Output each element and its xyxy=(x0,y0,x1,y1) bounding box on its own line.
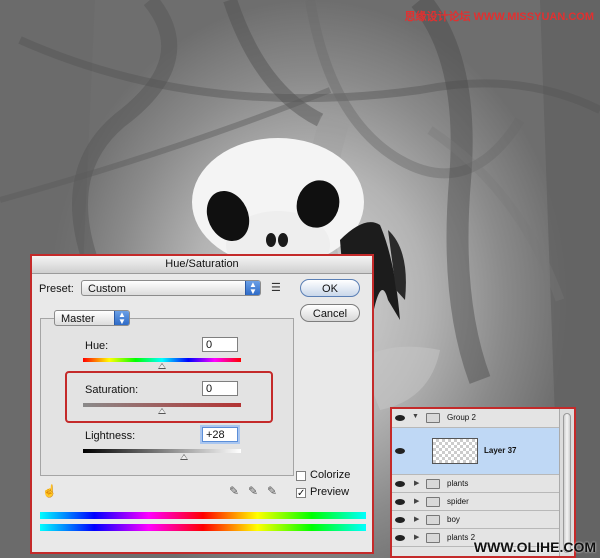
layer-row[interactable]: ▶ plants xyxy=(392,475,560,493)
layer-row-selected[interactable]: Layer 37 xyxy=(392,428,560,475)
hue-spectrum-bar xyxy=(83,358,241,362)
layers-scrollbar[interactable] xyxy=(559,409,574,556)
layer-name: plants 2 xyxy=(447,533,476,542)
layers-panel: ▼ Group 2 Layer 37 ▶ plants ▶ spider ▶ b… xyxy=(390,407,576,558)
folder-icon xyxy=(426,533,440,543)
layer-name: spider xyxy=(447,497,469,506)
eyedropper-plus-icon[interactable]: ✎ xyxy=(248,484,258,498)
folder-icon xyxy=(426,413,440,423)
updown-arrows-icon: ▲ ▼ xyxy=(245,281,260,296)
output-spectrum-bar xyxy=(40,524,366,531)
dialog-title: Hue/Saturation xyxy=(32,256,372,274)
preview-checkbox[interactable]: ✓ xyxy=(296,488,306,499)
updown-arrows-icon: ▲ ▼ xyxy=(114,311,129,326)
hue-field[interactable]: 0 xyxy=(202,337,238,352)
channel-dropdown[interactable]: Master ▲ ▼ xyxy=(54,310,130,326)
layer-name: plants xyxy=(447,479,469,488)
visibility-eye-icon[interactable] xyxy=(395,415,405,421)
group-collapsed-icon[interactable]: ▶ xyxy=(414,497,419,505)
folder-icon xyxy=(426,497,440,507)
watermark-top: 思缘设计论坛 WWW.MISSYUAN.COM xyxy=(404,11,594,23)
colorize-checkbox[interactable] xyxy=(296,471,306,481)
saturation-highlight-box xyxy=(65,371,273,423)
group-collapsed-icon[interactable]: ▶ xyxy=(414,515,419,523)
lightness-field[interactable]: +28 xyxy=(202,427,238,442)
folder-icon xyxy=(426,479,440,489)
on-image-adjust-hand-icon[interactable]: ☝ xyxy=(42,484,57,498)
group-expanded-icon[interactable]: ▼ xyxy=(412,413,419,420)
eyedropper-minus-icon[interactable]: ✎ xyxy=(267,484,277,498)
preview-label: Preview xyxy=(310,486,350,498)
visibility-eye-icon[interactable] xyxy=(395,535,405,541)
folder-icon xyxy=(426,515,440,525)
watermark-bottom: WWW.OLIHE.COM xyxy=(473,539,596,555)
input-spectrum-bar xyxy=(40,512,366,519)
visibility-eye-icon[interactable] xyxy=(395,499,405,505)
preset-options-icon[interactable]: ☰ xyxy=(271,281,281,294)
hue-slider-thumb[interactable] xyxy=(158,363,166,369)
colorize-label: Colorize xyxy=(310,469,351,481)
eyedropper-icon[interactable]: ✎ xyxy=(229,484,239,498)
visibility-eye-icon[interactable] xyxy=(395,448,405,454)
lightness-label: Lightness: xyxy=(85,430,136,442)
group-collapsed-icon[interactable]: ▶ xyxy=(414,479,419,487)
group-collapsed-icon[interactable]: ▶ xyxy=(414,533,419,541)
channel-value: Master xyxy=(61,313,95,325)
preset-dropdown[interactable]: Custom ▲ ▼ xyxy=(81,280,261,296)
lightness-slider-thumb[interactable] xyxy=(180,454,188,460)
cancel-button[interactable]: Cancel xyxy=(300,304,360,322)
visibility-eye-icon[interactable] xyxy=(395,517,405,523)
hue-label: Hue: xyxy=(85,340,109,352)
layer-name: Group 2 xyxy=(447,413,476,422)
preset-label: Preset: xyxy=(39,283,74,295)
lightness-bar xyxy=(83,449,241,453)
layer-thumbnail xyxy=(432,438,478,464)
ok-button[interactable]: OK xyxy=(300,279,360,297)
layer-row[interactable]: ▶ boy xyxy=(392,511,560,529)
visibility-eye-icon[interactable] xyxy=(395,481,405,487)
scrollbar-thumb[interactable] xyxy=(563,413,571,553)
checkmark-icon: ✓ xyxy=(297,488,306,499)
layer-name: boy xyxy=(447,515,460,524)
layer-name: Layer 37 xyxy=(484,446,517,455)
preset-value: Custom xyxy=(88,283,126,295)
layer-row[interactable]: ▶ spider xyxy=(392,493,560,511)
layer-row[interactable]: ▼ Group 2 xyxy=(392,409,560,428)
